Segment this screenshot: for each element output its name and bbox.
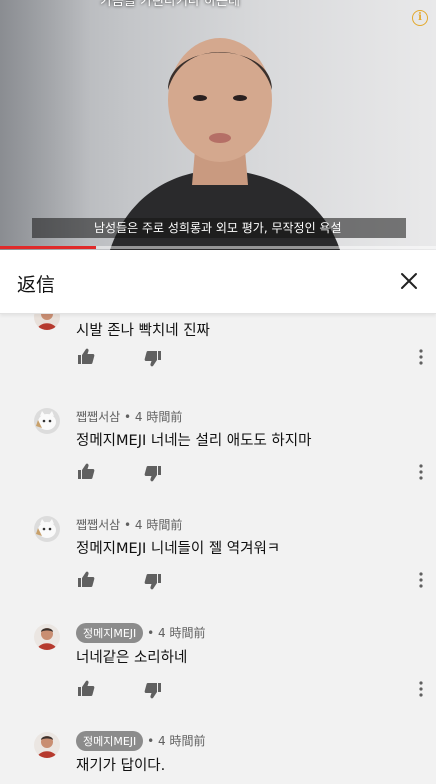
- reply-text: 정메지MEJI 니네들이 젤 역겨워ㅋ: [76, 541, 281, 557]
- reply-panel-title: 返信: [17, 274, 56, 296]
- thumbs-up-icon[interactable]: [77, 570, 95, 588]
- reply-meta: 쨉쨉서삼 • 4 時間前: [76, 516, 182, 533]
- thumbs-up-icon[interactable]: [77, 462, 95, 480]
- reply-author-chip[interactable]: 정메지MEJI: [76, 731, 144, 751]
- reply-meta: 정메지MEJI • 4 時間前: [76, 623, 205, 643]
- more-vert-icon[interactable]: [414, 571, 428, 589]
- video-player[interactable]: 가슴을 가린다거나 하는데 i 남성들은 주로 성희롱과 외모 평가, 무작정인…: [0, 0, 436, 250]
- video-progress-bar[interactable]: [0, 246, 436, 249]
- more-vert-icon[interactable]: [414, 348, 428, 366]
- reply-meta: 쨉쨉서삼 • 4 時間前: [76, 408, 182, 425]
- reply-time: 4 時間前: [134, 410, 183, 424]
- avatar[interactable]: [34, 624, 60, 650]
- more-vert-icon[interactable]: [414, 463, 428, 481]
- reply-time: 4 時間前: [158, 734, 206, 748]
- video-subtitle: 남성들은 주로 성희롱과 외모 평가, 무작정인 욕설: [32, 218, 406, 238]
- video-top-subtitle: 가슴을 가린다거나 하는데: [100, 0, 240, 9]
- reply-text: 재기가 답이다.: [76, 758, 166, 774]
- reply-list[interactable]: 시발 존나 빡치네 진짜 쨉쨉서삼 • 4 時間前 정메지MEJI 너네는 설리…: [0, 314, 436, 784]
- reply-author[interactable]: 쨉쨉서삼: [76, 410, 120, 424]
- thumbs-down-icon[interactable]: [144, 465, 162, 483]
- video-progress-fill: [0, 246, 96, 249]
- reply-text: 시발 존나 빡치네 진짜: [76, 323, 210, 339]
- reply-text: 정메지MEJI 너네는 설리 애도도 하지마: [76, 433, 312, 449]
- video-person-image: [110, 38, 340, 250]
- avatar[interactable]: [34, 408, 60, 434]
- meta-separator: •: [124, 518, 132, 532]
- reply-panel-header: 返信: [0, 250, 436, 314]
- thumbs-down-icon[interactable]: [144, 573, 162, 591]
- reply-time: 4 時間前: [134, 518, 183, 532]
- thumbs-up-icon[interactable]: [77, 347, 95, 365]
- thumbs-down-icon[interactable]: [144, 350, 162, 368]
- thumbs-down-icon[interactable]: [144, 682, 162, 700]
- reply-meta: 정메지MEJI • 4 時間前: [76, 731, 205, 751]
- reply-time: 4 時間前: [158, 626, 206, 640]
- meta-separator: •: [147, 734, 155, 748]
- meta-separator: •: [147, 626, 155, 640]
- avatar[interactable]: [34, 516, 60, 542]
- avatar[interactable]: [34, 732, 60, 758]
- reply-text: 너네같은 소리하네: [76, 650, 188, 666]
- close-icon[interactable]: [396, 268, 422, 294]
- info-icon[interactable]: i: [412, 10, 428, 26]
- meta-separator: •: [124, 410, 132, 424]
- reply-author-chip[interactable]: 정메지MEJI: [76, 623, 144, 643]
- more-vert-icon[interactable]: [414, 680, 428, 698]
- avatar[interactable]: [34, 314, 60, 330]
- thumbs-up-icon[interactable]: [77, 679, 95, 697]
- reply-author[interactable]: 쨉쨉서삼: [76, 518, 120, 532]
